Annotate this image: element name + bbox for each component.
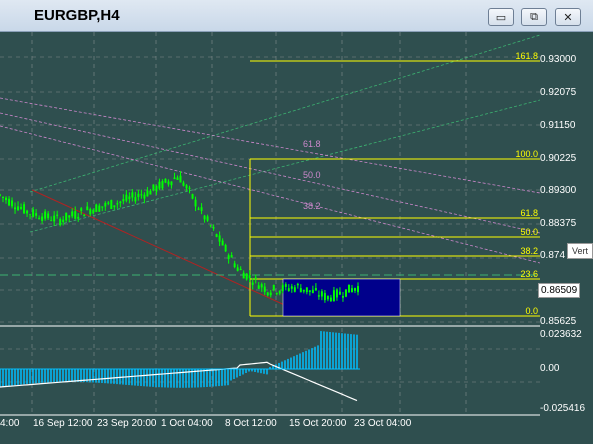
fib-retracement-lines (250, 60, 540, 317)
indicator-label-bottom: -0.025416 (540, 403, 586, 414)
fan-label-382: 38.2 (303, 201, 321, 211)
restore-icon: ⧉ (530, 10, 538, 23)
time-label-1: 4:00 (0, 418, 20, 429)
minimize-icon: ▭ (495, 10, 507, 24)
fib-label-382: 38.2 (520, 246, 538, 256)
current-price-label: 0.86509 (538, 283, 581, 298)
price-label-7: 0.874 (540, 250, 566, 261)
indicator-histogram (0, 331, 358, 388)
fan-label-500: 50.0 (303, 170, 321, 180)
chart-window[interactable]: EURGBP,H4 ▭ ⧉ ✕ 161.8 100.0 61.8 50.0 38… (0, 0, 593, 444)
time-label-2: 16 Sep 12:00 (33, 418, 93, 429)
price-label-2: 0.92075 (540, 87, 577, 98)
time-label-6: 15 Oct 20:00 (289, 418, 347, 429)
minimize-button[interactable]: ▭ (488, 8, 514, 26)
fan-label-618: 61.8 (303, 139, 321, 149)
fib-label-236: 23.6 (520, 269, 538, 279)
price-chart[interactable]: 161.8 100.0 61.8 50.0 38.2 23.6 0.0 61.8… (0, 32, 540, 444)
price-label-4: 0.90225 (540, 153, 577, 164)
indicator-label-top: 0.023632 (540, 329, 582, 340)
fib-label-100: 100.0 (515, 149, 538, 159)
time-label-7: 23 Oct 04:00 (354, 418, 412, 429)
vertical-line-tooltip: Vert (567, 243, 593, 259)
fib-fan-lines (0, 97, 540, 264)
price-label-5: 0.89300 (540, 185, 577, 196)
fib-labels: 161.8 100.0 61.8 50.0 38.2 23.6 0.0 (515, 51, 538, 316)
close-button[interactable]: ✕ (555, 8, 581, 26)
title-bar[interactable]: EURGBP,H4 ▭ ⧉ ✕ (0, 0, 593, 32)
price-label-3: 0.91150 (540, 120, 576, 131)
window-title: EURGBP,H4 (34, 7, 120, 24)
fib-label-500: 50.0 (520, 227, 538, 237)
time-label-4: 1 Oct 04:00 (161, 418, 213, 429)
indicator-label-zero: 0.00 (540, 363, 560, 374)
restore-button[interactable]: ⧉ (521, 8, 547, 26)
time-label-3: 23 Sep 20:00 (97, 418, 157, 429)
price-label-8: 0.85625 (540, 316, 577, 327)
close-icon: ✕ (563, 10, 573, 24)
grid-lines (0, 32, 540, 415)
price-scale[interactable]: 0.93000 0.92075 0.91150 0.90225 0.89300 … (538, 32, 593, 414)
fib-label-618: 61.8 (520, 208, 538, 218)
time-label-5: 8 Oct 12:00 (225, 418, 277, 429)
price-label-6: 0.88375 (540, 218, 577, 229)
price-label-1: 0.93000 (540, 54, 577, 65)
trend-channel (29, 34, 540, 233)
fan-labels: 61.8 50.0 38.2 (303, 139, 321, 211)
fib-label-00: 0.0 (525, 306, 538, 316)
fib-label-1618: 161.8 (515, 51, 538, 61)
